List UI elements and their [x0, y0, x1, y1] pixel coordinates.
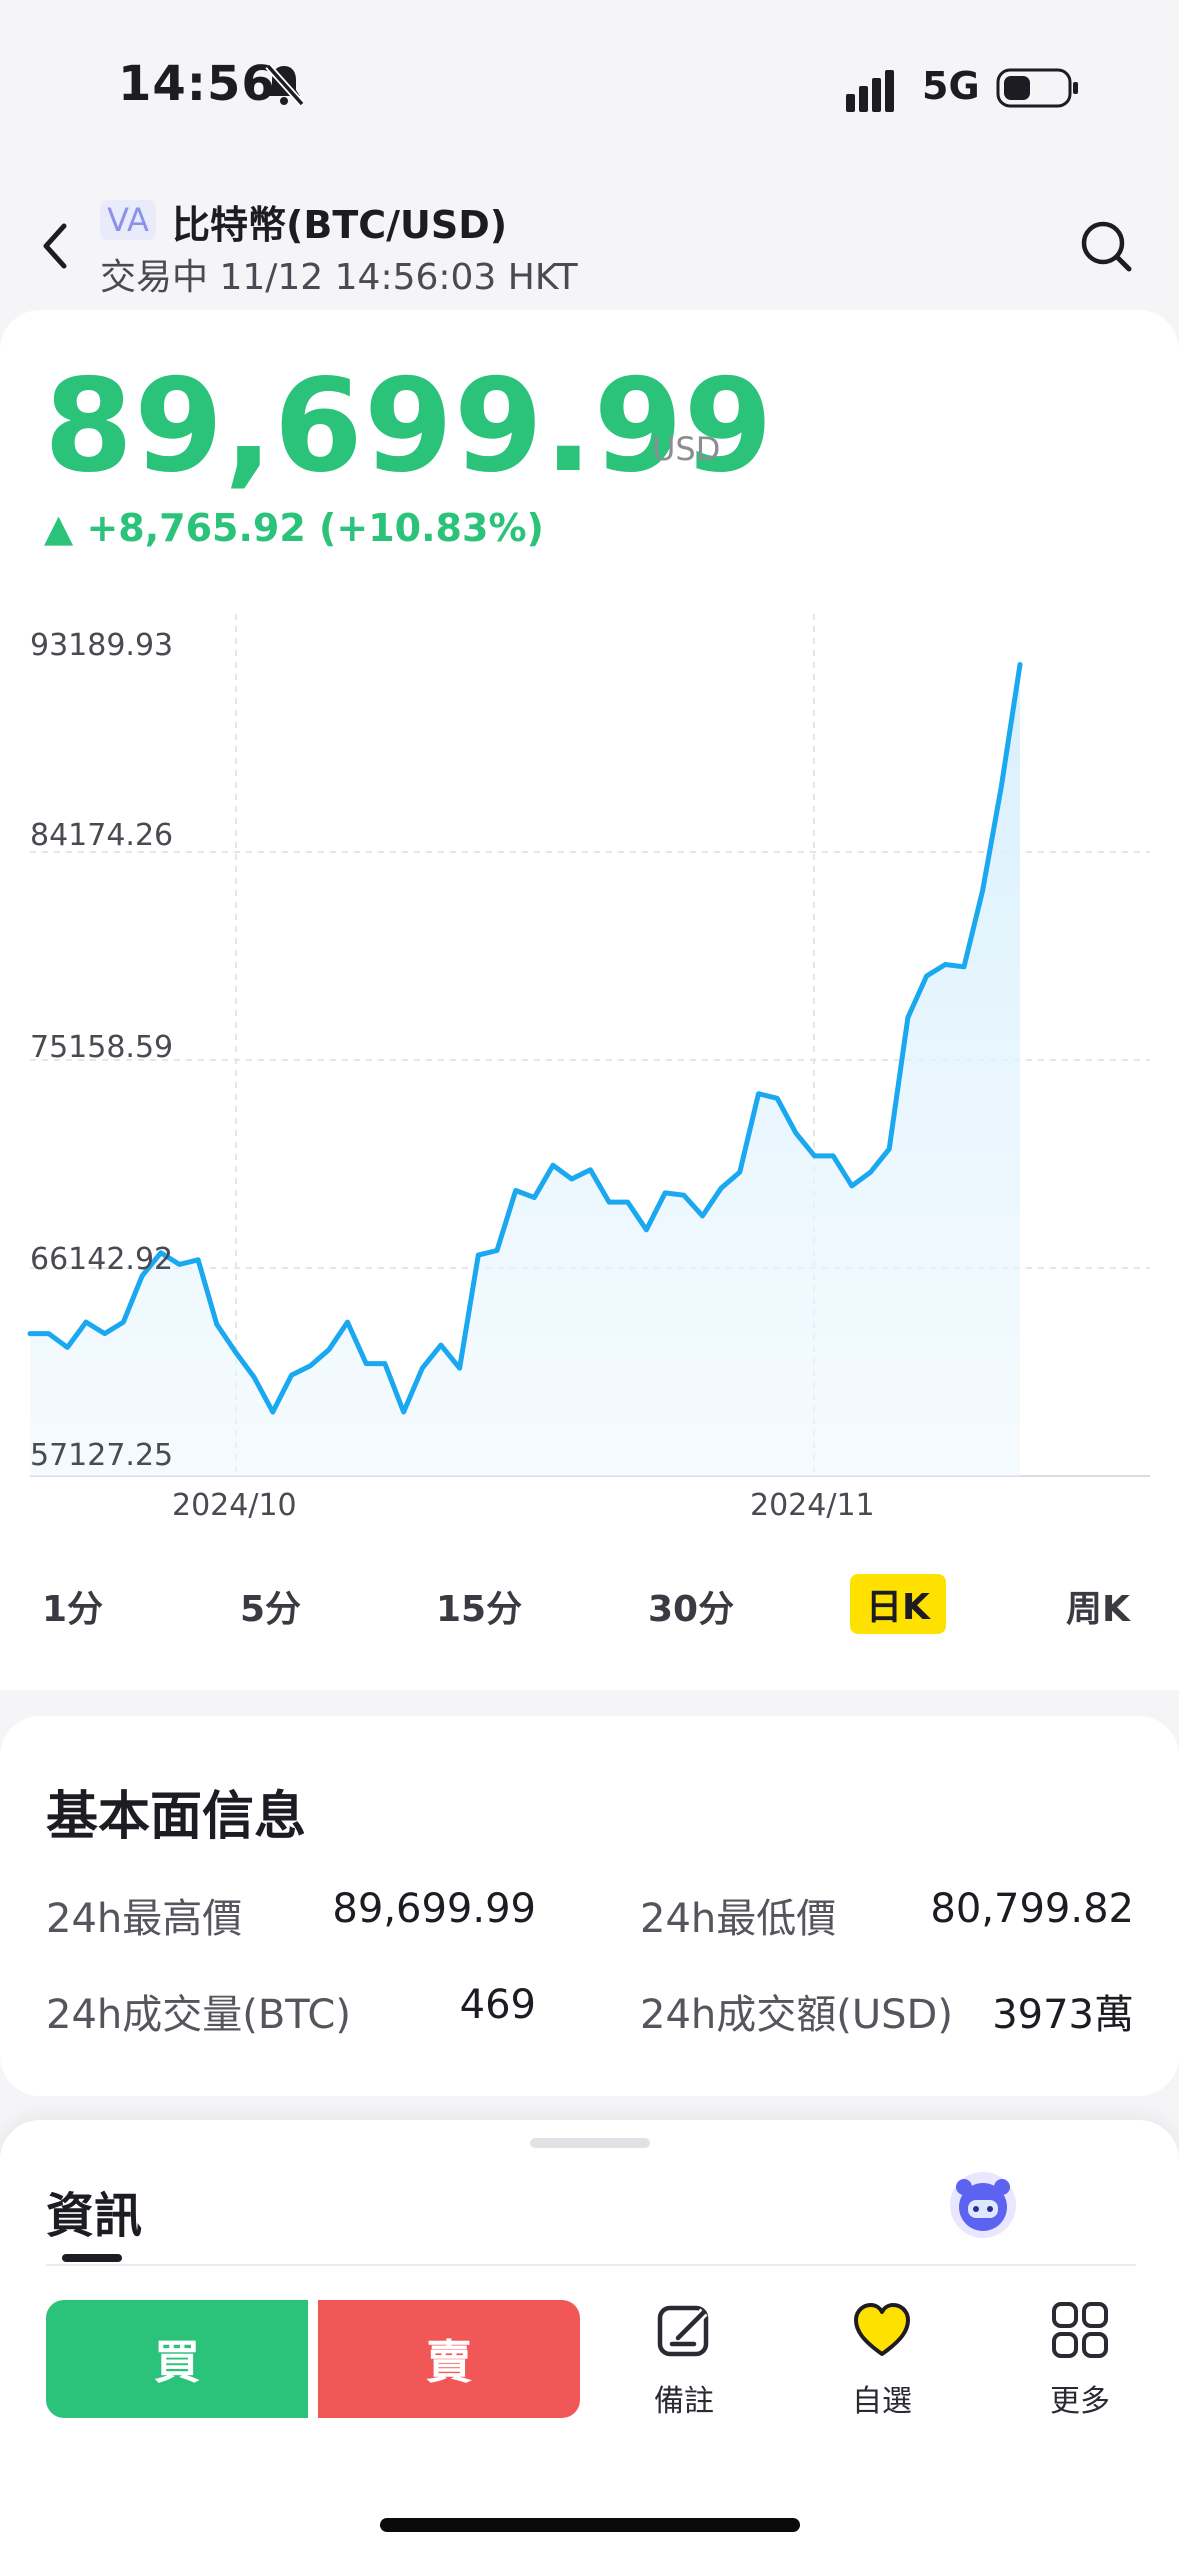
timeframe-daily[interactable]: 日K	[850, 1574, 946, 1634]
asset-badge: VA	[100, 200, 156, 240]
status-bar: 14:56 5G	[0, 0, 1179, 170]
fundamental-value: 469	[459, 1982, 536, 2028]
fundamental-value: 89,699.99	[332, 1886, 536, 1932]
timeframe-1min[interactable]: 1分	[42, 1580, 103, 1632]
heart-icon	[854, 2303, 910, 2356]
search-icon[interactable]	[1078, 216, 1134, 276]
note-button[interactable]: 備註	[624, 2300, 744, 2430]
y-tick-label: 66142.92	[30, 1242, 174, 1277]
note-label: 備註	[654, 2384, 714, 2419]
tab-news[interactable]: 資訊	[46, 2176, 142, 2246]
buy-button[interactable]: 買	[46, 2300, 308, 2418]
header: VA 比特幣(BTC/USD) 交易中 11/12 14:56:03 HKT	[0, 170, 1179, 310]
bell-slash-icon	[265, 63, 305, 107]
section-title: 基本面信息	[46, 1787, 307, 1847]
note-icon	[657, 2305, 709, 2357]
fundamental-value: 3973萬	[992, 1992, 1134, 2038]
page-title: 比特幣(BTC/USD)	[172, 203, 508, 247]
watchlist-label: 自選	[852, 2384, 912, 2419]
sell-button[interactable]: 賣	[318, 2300, 580, 2418]
more-label: 更多	[1050, 2384, 1110, 2419]
robot-icon[interactable]	[948, 2170, 1018, 2240]
tab-indicator	[62, 2254, 122, 2262]
home-indicator	[380, 2518, 800, 2532]
fundamental-label: 24h最高價	[46, 1896, 243, 1942]
fundamentals-card: 基本面信息 24h最高價 89,699.99 24h最低價 80,799.82 …	[0, 1716, 1179, 2096]
y-tick-label: 57127.25	[30, 1438, 174, 1473]
y-tick-label: 84174.26	[30, 818, 174, 853]
trading-status: 交易中 11/12 14:56:03 HKT	[100, 257, 578, 298]
x-tick-label: 2024/11	[750, 1488, 875, 1523]
timeframe-15min[interactable]: 15分	[436, 1580, 522, 1632]
watchlist-button[interactable]: 自選	[822, 2300, 942, 2430]
divider	[46, 2264, 1136, 2266]
timeframe-30min[interactable]: 30分	[648, 1580, 734, 1632]
x-tick-label: 2024/10	[172, 1488, 297, 1523]
signal-icon	[846, 70, 894, 112]
status-time: 14:56	[118, 56, 276, 112]
fundamental-value: 80,799.82	[930, 1886, 1134, 1932]
timeframe-5min[interactable]: 5分	[240, 1580, 301, 1632]
back-icon[interactable]	[36, 216, 76, 276]
more-button[interactable]: 更多	[1020, 2300, 1140, 2430]
sheet-handle[interactable]	[530, 2138, 650, 2148]
y-tick-label: 93189.93	[30, 628, 174, 663]
y-tick-label: 75158.59	[30, 1030, 174, 1065]
chart-area-fill	[30, 664, 1020, 1476]
quote-card: 89,699.99 USD ▲ +8,765.92 (+10.83%) 9318…	[0, 310, 1179, 1690]
price-chart[interactable]	[0, 310, 1179, 1690]
timeframe-weekly[interactable]: 周K	[1066, 1580, 1130, 1632]
network-label: 5G	[922, 64, 980, 108]
battery-icon	[996, 68, 1078, 108]
grid-icon	[1052, 2302, 1108, 2358]
fundamental-label: 24h最低價	[640, 1896, 837, 1942]
